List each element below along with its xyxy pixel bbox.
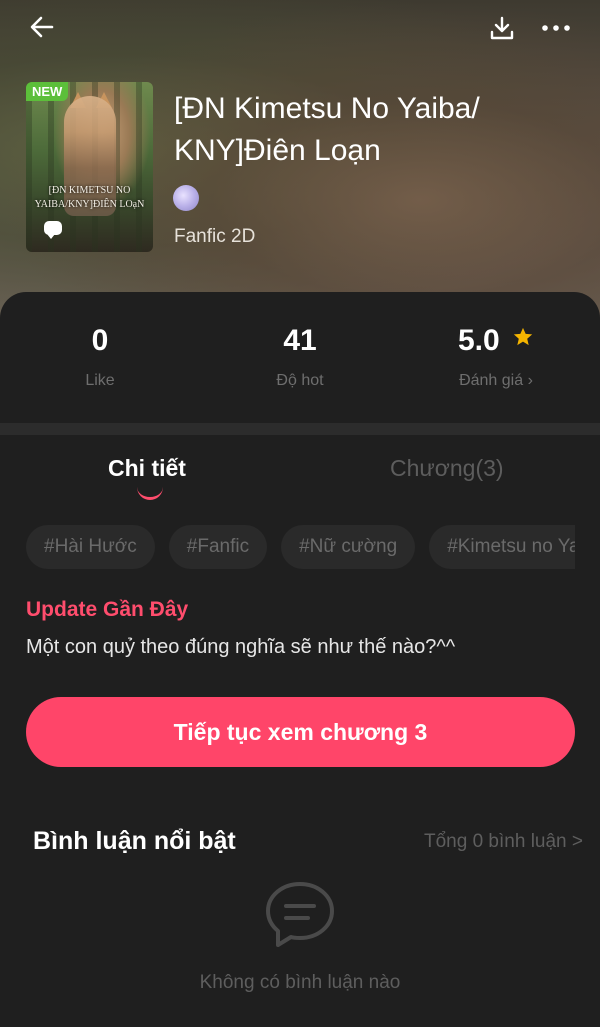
author-avatar[interactable] — [173, 185, 199, 211]
cover-title-text: [ĐN KIMETSU NO YAIBA/KNY]ĐIÊN LOạN — [34, 185, 145, 210]
download-button[interactable] — [482, 8, 522, 48]
arrow-left-icon — [30, 16, 54, 38]
stat-like-label: Like — [85, 372, 115, 389]
book-genre: Fanfic 2D — [174, 226, 256, 247]
tag-chip[interactable]: #Kimetsu no Yaiba — [429, 525, 575, 569]
stat-rating[interactable]: 5.0 Đánh giá › — [396, 324, 596, 390]
section-divider — [0, 423, 600, 435]
tab-details[interactable]: Chi tiết — [108, 455, 186, 482]
stat-hot: 41 Độ hot — [200, 324, 400, 390]
download-icon — [490, 16, 514, 40]
update-title: Update Gần Đây — [26, 598, 189, 621]
star-icon — [513, 327, 533, 346]
stat-like-value: 0 — [91, 324, 109, 357]
comments-total-link[interactable]: Tổng 0 bình luận > — [424, 831, 583, 853]
stat-rating-value: 5.0 — [457, 324, 500, 357]
tag-chip[interactable]: #Nữ cường — [281, 525, 416, 569]
more-button[interactable] — [536, 8, 576, 48]
tab-chapters[interactable]: Chương(3) — [390, 455, 504, 482]
new-badge: NEW — [26, 82, 69, 101]
tag-chip[interactable]: #Fanfic — [168, 525, 268, 569]
chat-bubble-icon — [44, 221, 62, 239]
update-text: Một con quỷ theo đúng nghĩa sẽ như thế n… — [26, 636, 456, 658]
stat-rating-label: Đánh giá › — [459, 372, 533, 389]
stat-hot-label: Độ hot — [276, 372, 324, 389]
stat-hot-value: 41 — [283, 324, 317, 357]
top-bar — [0, 0, 600, 56]
book-title: [ĐN Kimetsu No Yaiba/ KNY]Điên Loạn — [174, 92, 480, 167]
continue-reading-button[interactable]: Tiếp tục xem chương 3 — [26, 697, 575, 767]
more-horizontal-icon — [542, 25, 570, 31]
empty-comments-text: Không có bình luận nào — [199, 972, 401, 993]
comments-title: Bình luận nổi bật — [33, 827, 236, 855]
back-button[interactable] — [22, 7, 62, 47]
tag-chip[interactable]: #Hài Hước — [26, 525, 155, 569]
tag-list: #Hài Hước #Fanfic #Nữ cường #Kimetsu no Yai… — [26, 525, 575, 569]
comment-empty-icon — [266, 882, 334, 947]
stat-rating-value-row: 5.0 — [396, 324, 596, 358]
stat-like: 0 Like — [0, 324, 200, 390]
